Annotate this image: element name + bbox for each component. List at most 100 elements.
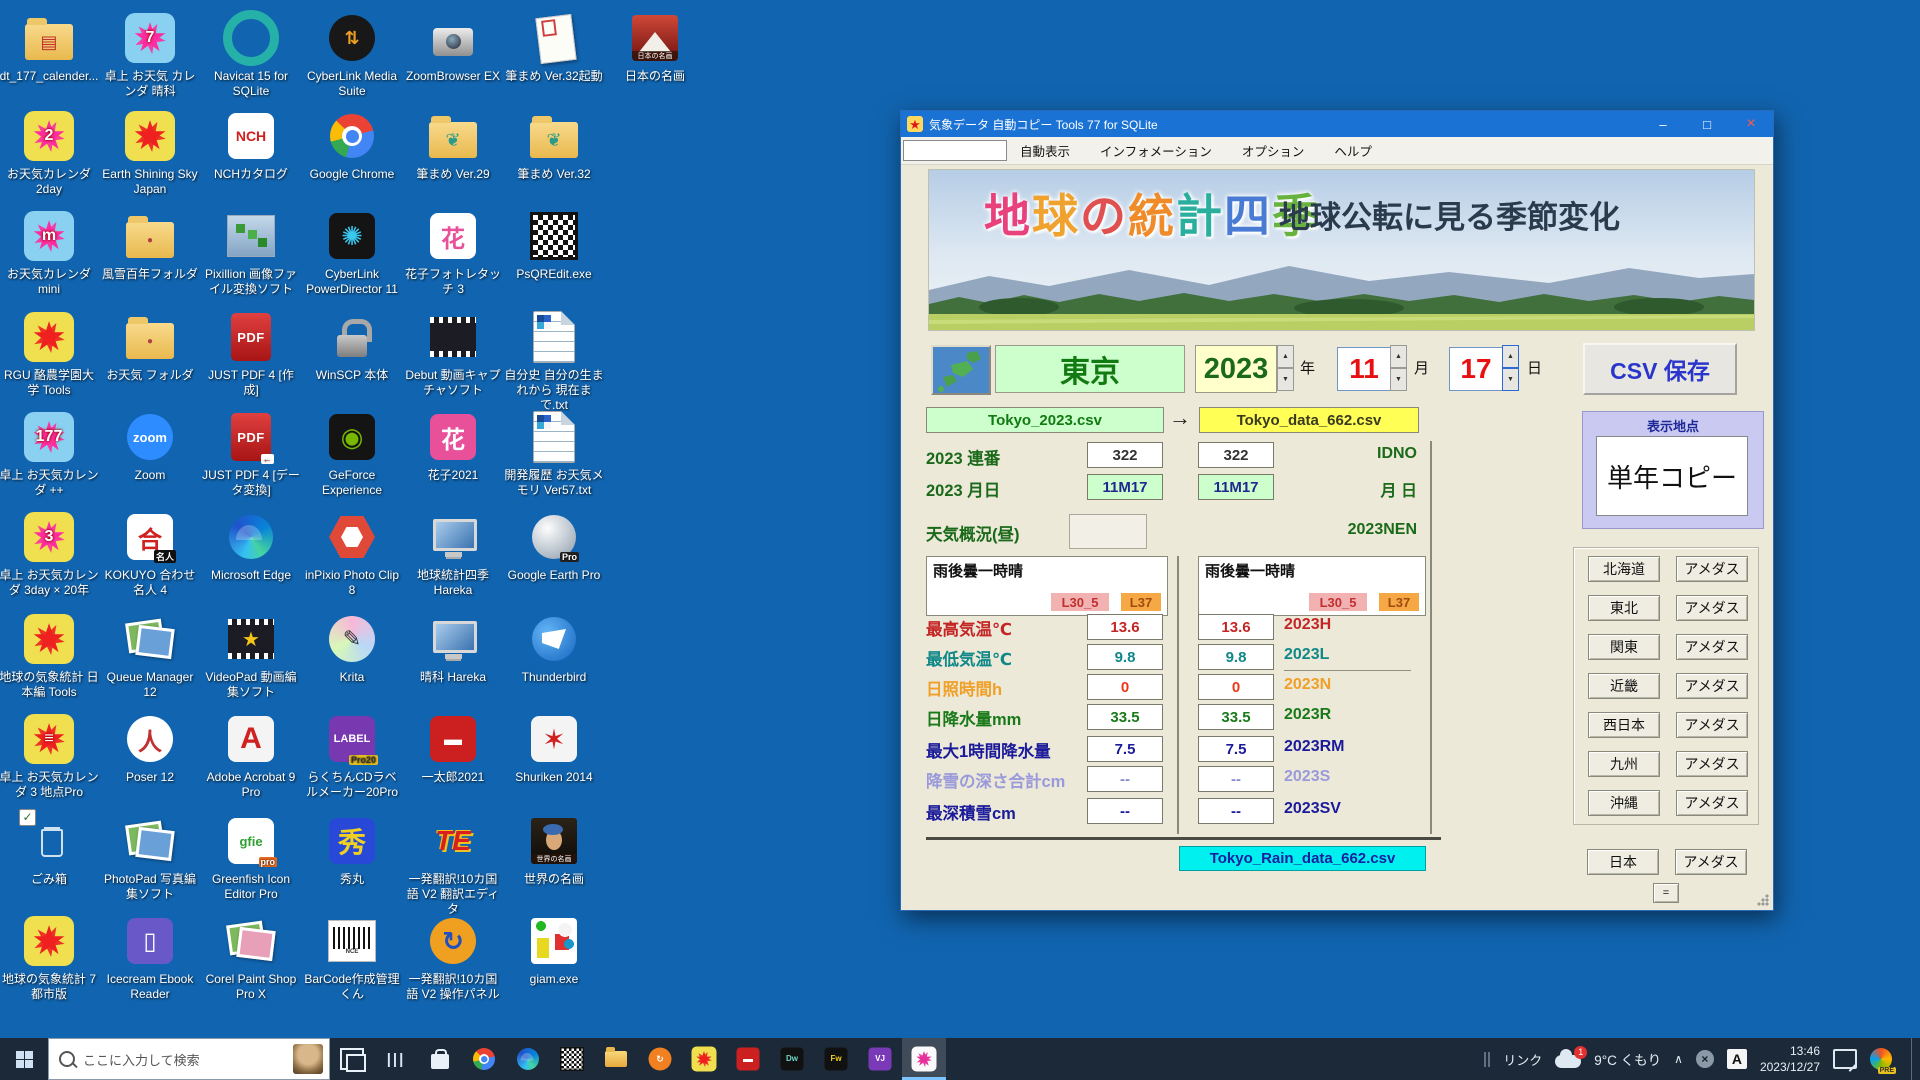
- title-bar[interactable]: ★ 気象データ 自動コピー Tools 77 for SQLite – □ ×: [901, 111, 1773, 137]
- tray-weather-text[interactable]: 9°C くもり: [1594, 1049, 1661, 1069]
- taskbar-ichitaro[interactable]: ▬: [726, 1038, 770, 1080]
- weather-text-box-right[interactable]: 雨後曇一時晴 L30_5 L37: [1198, 556, 1426, 616]
- desktop-icon-ichitaro-2021[interactable]: ▬一太郎2021: [403, 711, 503, 785]
- weather-text-box-left[interactable]: 雨後曇一時晴 L30_5 L37: [926, 556, 1168, 616]
- value-box-right[interactable]: 0: [1198, 674, 1274, 700]
- region-button-九州[interactable]: 九州: [1588, 751, 1660, 777]
- desktop-icon-fudemame-32[interactable]: ❦筆まめ Ver.32: [504, 108, 604, 182]
- month-input[interactable]: 11: [1337, 347, 1391, 391]
- value-box-left[interactable]: 7.5: [1087, 736, 1163, 762]
- value-box-right[interactable]: --: [1198, 798, 1274, 824]
- desktop-icon-queue-manager[interactable]: Queue Manager 12: [100, 611, 200, 700]
- taskbar-translate-app[interactable]: ↻: [638, 1038, 682, 1080]
- desktop-icon-navicat[interactable]: Navicat 15 for SQLite: [201, 10, 301, 99]
- year-spinner[interactable]: ▲▼: [1277, 345, 1294, 391]
- copilot-icon[interactable]: PRE: [1870, 1048, 1892, 1070]
- desktop-icon-chikyu-toukei-hareka[interactable]: 地球統計四季 Hareka: [403, 509, 503, 598]
- desktop-icon-powerdirector[interactable]: ✺CyberLink PowerDirector 11: [302, 208, 402, 297]
- notification-icon[interactable]: [1833, 1049, 1857, 1069]
- desktop-icon-fusetsu-folder[interactable]: ●風雪百年フォルダ: [100, 208, 200, 282]
- desktop-icon-microsoft-edge[interactable]: Microsoft Edge: [201, 509, 301, 583]
- toolbar-handle-icon[interactable]: [1484, 1052, 1486, 1067]
- desktop-icon-winscp[interactable]: WinSCP 本体: [302, 309, 402, 383]
- value-box-right[interactable]: 33.5: [1198, 704, 1274, 730]
- desktop-icon-corel-paintshop[interactable]: Corel Paint Shop Pro X: [201, 913, 301, 1002]
- desktop-icon-rakuchin-cd-label[interactable]: LABELPro20らくちんCDラベルメーカー20Pro: [302, 711, 402, 800]
- desktop-icon-giam[interactable]: giam.exe: [504, 913, 604, 987]
- value-box-left[interactable]: 33.5: [1087, 704, 1163, 730]
- value-box-left[interactable]: 13.6: [1087, 614, 1163, 640]
- desktop-icon-icecream-ebook[interactable]: ▯Icecream Ebook Reader: [100, 913, 200, 1002]
- taskbar-microsoft-store[interactable]: [418, 1038, 462, 1080]
- desktop-icon-sekai-no-meiga[interactable]: 世界の名画世界の名画: [504, 813, 604, 887]
- desktop-icon-psqredit[interactable]: PsQREdit.exe: [504, 208, 604, 282]
- desktop-icon-recycle-bin[interactable]: ごみ箱: [0, 813, 99, 887]
- desktop-icon-fudemame-32-start[interactable]: 筆まめ Ver.32起動: [504, 10, 604, 84]
- city-display[interactable]: 東京: [995, 345, 1185, 393]
- desktop-icon-zoombrowser[interactable]: ZoomBrowser EX: [403, 10, 503, 84]
- region-button-北海道[interactable]: 北海道: [1588, 556, 1660, 582]
- menu-help[interactable]: ヘルプ: [1319, 141, 1387, 160]
- taskbar-qr-app[interactable]: [550, 1038, 594, 1080]
- taskbar-weather-tool-active[interactable]: ★★: [902, 1038, 946, 1080]
- desktop-icon-hidemaru[interactable]: 秀秀丸: [302, 813, 402, 887]
- value-box-right[interactable]: --: [1198, 766, 1274, 792]
- desktop-icon-weather-folder[interactable]: ●お天気 フォルダ: [100, 309, 200, 383]
- value-box-left[interactable]: 9.8: [1087, 644, 1163, 670]
- value-box-left[interactable]: --: [1087, 766, 1163, 792]
- amedas-button-沖縄[interactable]: アメダス: [1676, 790, 1748, 816]
- desktop-icon-hanako-photoretouch[interactable]: 花花子フォトレタッチ 3: [403, 208, 503, 297]
- amedas-button-関東[interactable]: アメダス: [1676, 634, 1748, 660]
- desktop-icon-cyberlink-media-suite[interactable]: ⇅CyberLink Media Suite: [302, 10, 402, 99]
- close-button[interactable]: ×: [1729, 111, 1773, 137]
- desktop-icon-ippatsu-honyaku-editor[interactable]: TE一発翻訳!10カ国語 V2 翻訳エディタ: [403, 813, 503, 917]
- region-button-西日本[interactable]: 西日本: [1588, 712, 1660, 738]
- desktop-icon-google-earth-pro[interactable]: ProGoogle Earth Pro: [504, 509, 604, 583]
- show-desktop-strip[interactable]: [1911, 1038, 1918, 1080]
- year-display[interactable]: 2023: [1195, 345, 1277, 393]
- menu-options[interactable]: オプション: [1227, 141, 1320, 160]
- desktop-icon-fudemame-29[interactable]: ❦筆まめ Ver.29: [403, 108, 503, 182]
- desktop-icon-kokuyo-awase-meijin[interactable]: 合名人KOKUYO 合わせ名人 4: [100, 509, 200, 598]
- monthday-value-left[interactable]: 11M17: [1087, 474, 1163, 500]
- start-button[interactable]: [0, 1038, 48, 1080]
- japan-button[interactable]: 日本: [1587, 849, 1659, 875]
- value-box-left[interactable]: 0: [1087, 674, 1163, 700]
- resize-grip[interactable]: [1757, 894, 1769, 906]
- desktop-icon-kaihatsu-rireki-txt[interactable]: 開発履歴 お天気メモリ Ver57.txt: [504, 409, 604, 498]
- taskbar-equalizer-app[interactable]: |||: [374, 1038, 418, 1080]
- region-button-東北[interactable]: 東北: [1588, 595, 1660, 621]
- amedas-button-九州[interactable]: アメダス: [1676, 751, 1748, 777]
- desktop-icon-ippatsu-honyaku-panel[interactable]: ↻一発翻訳!10カ国語 V2 操作パネル: [403, 913, 503, 1002]
- desktop-icon-just-pdf4-create[interactable]: PDFJUST PDF 4 [作成]: [201, 309, 301, 398]
- desktop-icon-hanako-2021[interactable]: 花花子2021: [403, 409, 503, 483]
- region-button-沖縄[interactable]: 沖縄: [1588, 790, 1660, 816]
- desktop-icon-poser-12[interactable]: 人Poser 12: [100, 711, 200, 785]
- seq-value-right[interactable]: 322: [1198, 442, 1274, 468]
- region-button-関東[interactable]: 関東: [1588, 634, 1660, 660]
- equals-button[interactable]: =: [1653, 883, 1679, 903]
- region-button-近畿[interactable]: 近畿: [1588, 673, 1660, 699]
- amedas-button-北海道[interactable]: アメダス: [1676, 556, 1748, 582]
- value-box-right[interactable]: 13.6: [1198, 614, 1274, 640]
- taskbar-task-view[interactable]: [330, 1038, 374, 1080]
- desktop-icon-dt177-folder[interactable]: ▤dt_177_calender...: [0, 10, 99, 84]
- single-year-copy-button[interactable]: 単年コピー: [1596, 436, 1748, 516]
- taskbar-weather-calendar[interactable]: ★★: [682, 1038, 726, 1080]
- desktop-icon-shuriken-2014[interactable]: ✶Shuriken 2014: [504, 711, 604, 785]
- desktop-icon-google-chrome[interactable]: Google Chrome: [302, 108, 402, 182]
- ime-indicator[interactable]: A: [1727, 1049, 1747, 1069]
- desktop-icon-kishow-japan-tools[interactable]: ★★地球の気象統計 日本編 Tools: [0, 611, 99, 700]
- desktop-icon-thunderbird[interactable]: Thunderbird: [504, 611, 604, 685]
- day-input[interactable]: 17: [1449, 347, 1503, 391]
- month-spinner[interactable]: ▲▼: [1390, 345, 1407, 391]
- links-toolbar[interactable]: リンク: [1503, 1050, 1542, 1069]
- desktop-icon-nch-catalog[interactable]: NCHNCHカタログ: [201, 108, 301, 182]
- menu-textbox[interactable]: [903, 140, 1007, 161]
- amedas-button-東北[interactable]: アメダス: [1676, 595, 1748, 621]
- desktop-icon-barcode-kun[interactable]: BarCode作成管理くん: [302, 913, 402, 1002]
- taskbar-vj-app[interactable]: VJ: [858, 1038, 902, 1080]
- circle-x-icon[interactable]: ×: [1696, 1050, 1714, 1068]
- japan-map-button[interactable]: [931, 345, 991, 395]
- desktop-icon-krita[interactable]: ✎Krita: [302, 611, 402, 685]
